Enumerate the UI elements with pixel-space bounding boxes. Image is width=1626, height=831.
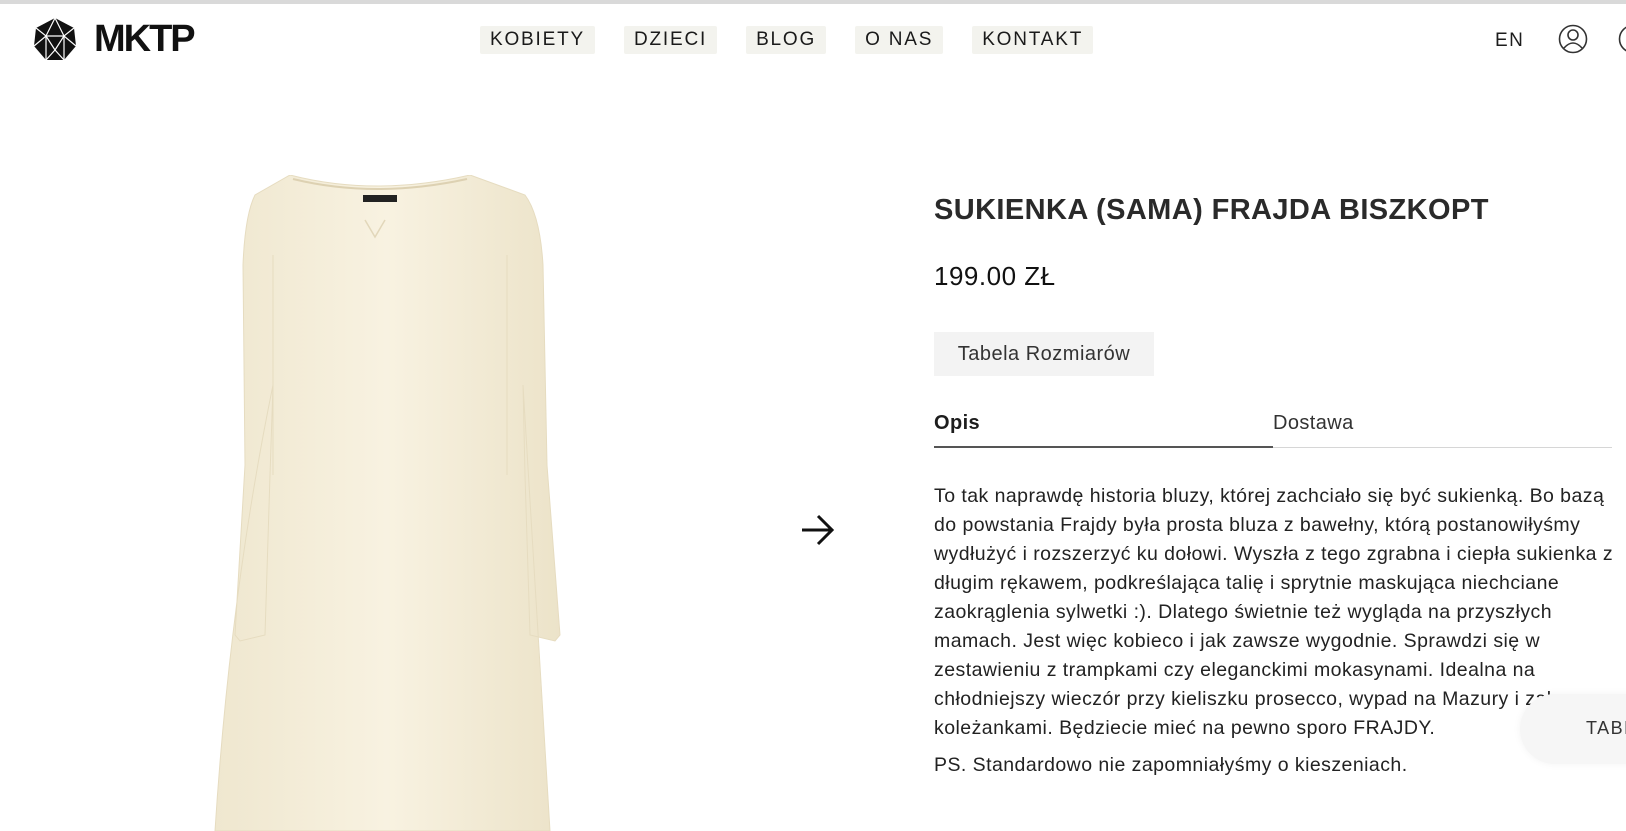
- product-title: SUKIENKA (SAMA) FRAJDA BISZKOPT: [934, 194, 1489, 226]
- logo-icon: [33, 17, 77, 61]
- nav-dzieci[interactable]: DZIECI: [623, 26, 718, 54]
- nav-blog[interactable]: BLOG: [746, 26, 827, 54]
- language-switch[interactable]: EN: [1495, 30, 1524, 52]
- floating-size-tab[interactable]: TABELA: [1520, 694, 1626, 764]
- tab-dostawa[interactable]: Dostawa: [1273, 412, 1354, 435]
- site-header: MKTP KOBIETY DZIECI BLOG O NAS KONTAKT E…: [0, 4, 1626, 74]
- user-icon[interactable]: [1558, 24, 1588, 54]
- product-description: To tak naprawdę historia bluzy, której z…: [934, 482, 1614, 788]
- nav-kobiety[interactable]: KOBIETY: [480, 26, 595, 54]
- product-tabs: Opis Dostawa: [934, 410, 1612, 448]
- logo-text: MKTP: [94, 17, 196, 60]
- active-tab-indicator: [934, 446, 1273, 448]
- arrow-right-icon[interactable]: [800, 513, 836, 547]
- description-paragraph: To tak naprawdę historia bluzy, której z…: [934, 485, 1614, 739]
- nav-kontakt[interactable]: KONTAKT: [972, 26, 1094, 54]
- logo[interactable]: MKTP: [32, 16, 196, 62]
- main-nav: KOBIETY DZIECI BLOG O NAS KONTAKT: [480, 26, 1122, 54]
- product-image: [214, 175, 561, 831]
- description-ps: PS. Standardowo nie zapomniałyśmy o kies…: [934, 754, 1408, 776]
- product-price: 199.00 ZŁ: [934, 261, 1056, 291]
- tab-opis[interactable]: Opis: [934, 412, 980, 435]
- size-chart-button[interactable]: Tabela Rozmiarów: [934, 332, 1154, 376]
- cart-icon[interactable]: [1618, 24, 1626, 54]
- nav-o-nas[interactable]: O NAS: [855, 26, 944, 54]
